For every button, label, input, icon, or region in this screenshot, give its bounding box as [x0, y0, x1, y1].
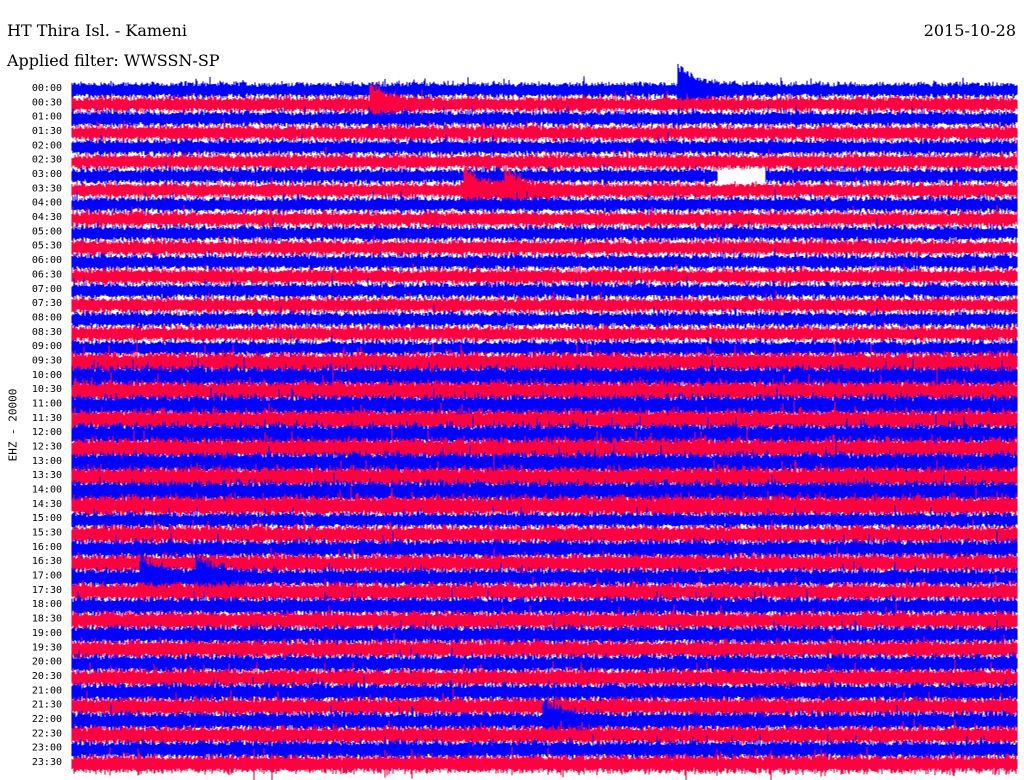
row-time-label: 22:00 [32, 714, 62, 725]
row-time-label: 21:30 [32, 700, 62, 711]
row-time-label: 09:00 [32, 341, 62, 352]
row-time-label: 20:30 [32, 671, 62, 682]
row-time-label: 16:30 [32, 556, 62, 567]
row-time-label: 02:00 [32, 140, 62, 151]
row-time-label: 10:00 [32, 370, 62, 381]
row-time-label: 23:30 [32, 757, 62, 768]
row-time-label: 16:00 [32, 542, 62, 553]
row-time-label: 20:00 [32, 657, 62, 668]
row-time-label: 22:30 [32, 728, 62, 739]
row-time-label: 23:00 [32, 743, 62, 754]
row-time-label: 19:00 [32, 628, 62, 639]
row-time-label: 13:00 [32, 456, 62, 467]
row-time-label: 08:00 [32, 312, 62, 323]
row-time-label: 01:00 [32, 112, 62, 123]
row-time-label: 21:00 [32, 685, 62, 696]
row-time-label: 00:00 [32, 83, 62, 94]
row-time-label: 04:00 [32, 198, 62, 209]
row-time-label: 10:30 [32, 384, 62, 395]
row-time-label: 05:30 [32, 241, 62, 252]
row-time-label: 13:30 [32, 470, 62, 481]
row-time-label: 06:00 [32, 255, 62, 266]
row-time-label: 07:30 [32, 298, 62, 309]
row-time-label: 02:30 [32, 155, 62, 166]
row-time-label: 03:00 [32, 169, 62, 180]
row-time-label: 01:30 [32, 126, 62, 137]
row-time-label: 12:30 [32, 442, 62, 453]
row-time-label: 14:30 [32, 499, 62, 510]
row-time-label: 15:30 [32, 528, 62, 539]
row-time-label: 12:00 [32, 427, 62, 438]
row-time-label: 06:30 [32, 269, 62, 280]
row-time-label: 15:00 [32, 513, 62, 524]
row-time-label: 19:30 [32, 642, 62, 653]
row-time-label: 18:00 [32, 599, 62, 610]
row-time-label: 11:30 [32, 413, 62, 424]
row-time-label: 09:30 [32, 355, 62, 366]
row-time-label: 04:30 [32, 212, 62, 223]
row-time-label: 03:30 [32, 183, 62, 194]
row-time-label: 05:00 [32, 226, 62, 237]
row-time-label: 11:00 [32, 398, 62, 409]
row-time-label: 17:30 [32, 585, 62, 596]
helicorder-plot: 00:00 00:30 01:00 01:30 02:00 02:30 03:00 03:30… [32, 63, 1018, 780]
row-time-label: 08:30 [32, 327, 62, 338]
row-time-label: 14:00 [32, 485, 62, 496]
row-time-label: 07:00 [32, 284, 62, 295]
row-time-label: 00:30 [32, 97, 62, 108]
row-time-label: 17:00 [32, 571, 62, 582]
row-time-label: 18:30 [32, 614, 62, 625]
